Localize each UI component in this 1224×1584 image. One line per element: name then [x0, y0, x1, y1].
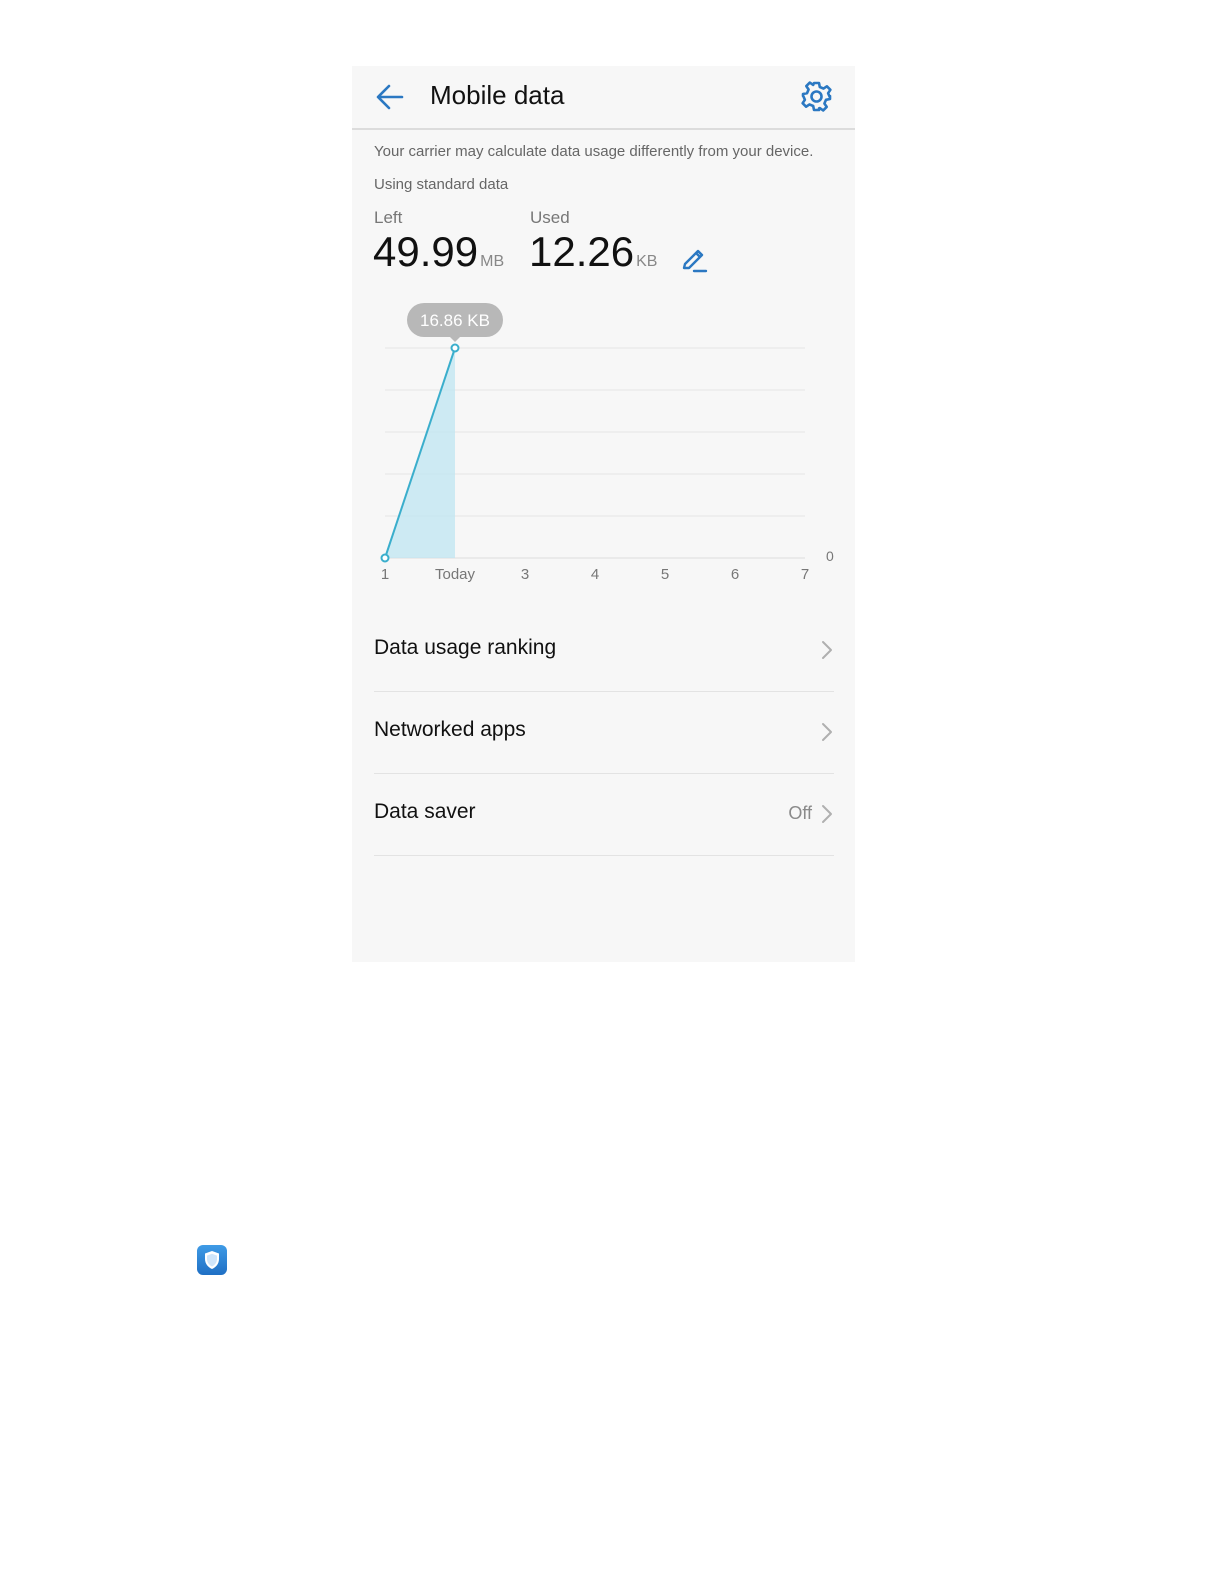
x-tick-label: 4 [591, 566, 599, 583]
plan-label: Using standard data [374, 176, 509, 193]
gear-icon[interactable] [800, 80, 833, 113]
used-label: Used [530, 208, 570, 227]
x-tick-label: 3 [521, 566, 529, 583]
chevron-right-icon [822, 723, 832, 741]
used-unit: KB [636, 253, 658, 270]
used-stat: 12.26 KB [529, 228, 657, 286]
chevron-right-icon [822, 641, 832, 659]
menu-item-label: Data usage ranking [374, 636, 557, 659]
page-title: Mobile data [430, 80, 565, 110]
shield-app-icon [197, 1245, 227, 1275]
chevron-right-icon [822, 805, 832, 823]
carrier-notice: Your carrier may calculate data usage di… [374, 143, 814, 160]
app-bar: Mobile data [352, 66, 855, 130]
menu-item-networked-apps[interactable]: Networked apps [374, 691, 834, 774]
left-unit: MB [480, 253, 505, 270]
menu-item-data-saver[interactable]: Data saver Off [374, 773, 834, 856]
left-label: Left [374, 208, 403, 227]
y-axis-zero-label: 0 [826, 548, 834, 564]
menu-item-label: Data saver [374, 800, 476, 823]
menu-item-data-usage-ranking[interactable]: Data usage ranking [374, 609, 834, 692]
left-stat: 49.99 MB [373, 228, 504, 286]
x-tick-label: 1 [381, 566, 389, 583]
mobile-data-screen: Mobile data Your carrier may calculate d… [352, 66, 855, 962]
x-tick-label: 6 [731, 566, 739, 583]
x-tick-label: 5 [661, 566, 669, 583]
back-arrow-icon[interactable] [374, 82, 406, 112]
pencil-icon[interactable] [678, 246, 708, 276]
tooltip-pointer [449, 336, 461, 342]
tooltip-label: 16.86 KB [420, 311, 490, 330]
x-tick-label: Today [435, 566, 476, 583]
used-value: 12.26 [529, 228, 635, 275]
left-value: 49.99 [373, 228, 479, 275]
x-tick-label: 7 [801, 566, 809, 583]
usage-chart: 0 16.86 KB 1 Today 3 4 5 6 7 [380, 303, 834, 583]
menu-item-value: Off [788, 803, 812, 823]
data-point-1 [380, 553, 390, 563]
menu-item-label: Networked apps [374, 718, 526, 741]
data-point-today [450, 343, 460, 353]
